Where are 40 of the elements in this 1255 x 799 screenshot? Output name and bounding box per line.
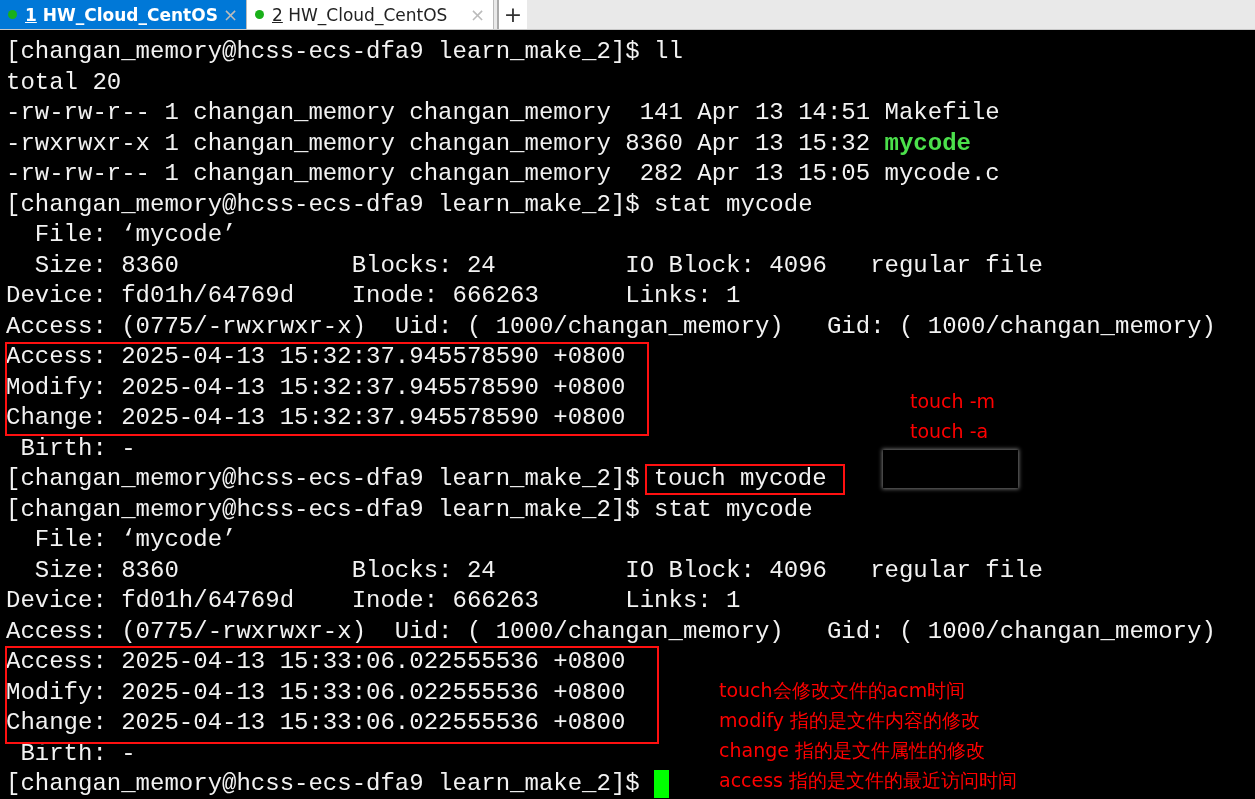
- terminal-line: [changan_memory@hcss-ecs-dfa9 learn_make_2]$ stat mycode: [6, 494, 813, 525]
- terminal-line: Device: fd01h/64769d Inode: 666263 Links: 1: [6, 586, 741, 616]
- terminal-line: touch mycode: [653, 464, 827, 494]
- terminal-line: -rwxrwxr-x 1 changan_memory changan_memory 8360 Apr 13 15:32: [6, 128, 872, 159]
- annotation-text: touch -a: [910, 419, 990, 444]
- close-tab-button[interactable]: ×: [222, 4, 238, 25]
- terminal-line: Change: 2025-04-13 15:33:06.022555536 +0800: [6, 708, 626, 738]
- terminal-line: -rw-rw-r-- 1 changan_memory changan_memory 282 Apr 13 15:05 mycode.c: [6, 159, 1000, 189]
- annotation-text: access 指的是文件的最近访问时间: [719, 768, 1018, 793]
- terminal-line: Birth: -: [19, 738, 136, 769]
- terminal-line: File: ‘mycode’: [33, 220, 237, 250]
- annotation-text: change 指的是文件属性的修改: [719, 738, 986, 763]
- executable-file-name: mycode: [884, 128, 971, 159]
- new-tab-button[interactable]: +: [497, 0, 527, 29]
- annotation-text: modify 指的是文件内容的修改: [719, 708, 982, 733]
- terminal-line: Access: 2025-04-13 15:32:37.945578590 +0800: [6, 342, 626, 372]
- terminal-line: File: ‘mycode’: [33, 525, 237, 555]
- terminal-line: Size: 8360 Blocks: 24 IO Block: 4096 regular file: [33, 555, 1043, 586]
- terminal-tab[interactable]: 2 HW_Cloud_CentOS ×: [247, 0, 494, 29]
- status-dot-icon: [255, 10, 264, 19]
- terminal-line: [changan_memory@hcss-ecs-dfa9 learn_make_2]$ stat mycode: [6, 189, 813, 220]
- terminal-line: Size: 8360 Blocks: 24 IO Block: 4096 regular file: [33, 250, 1043, 281]
- terminal-line: Change: 2025-04-13 15:32:37.945578590 +0800: [6, 403, 626, 433]
- status-dot-icon: [8, 10, 17, 19]
- terminal-line: Access: 2025-04-13 15:33:06.022555536 +0800: [6, 647, 626, 677]
- cursor-block: [654, 770, 670, 799]
- terminal-line: [changan_memory@hcss-ecs-dfa9 learn_make_2]$: [6, 464, 640, 494]
- terminal-line: Access: (0775/-rwxrwxr-x) Uid: ( 1000/changan_memory) Gid: ( 1000/changan_memory): [6, 616, 1216, 647]
- terminal-line: Modify: 2025-04-13 15:32:37.945578590 +0800: [6, 372, 626, 403]
- terminal-line: -rw-rw-r-- 1 changan_memory changan_memory 141 Apr 13 14:51 Makefile: [6, 98, 1000, 128]
- annotation-text: touch会修改文件的acm时间: [719, 678, 967, 703]
- annotation-text: touch -m: [910, 389, 995, 414]
- terminal-line: Access: (0775/-rwxrwxr-x) Uid: ( 1000/changan_memory) Gid: ( 1000/changan_memory): [6, 311, 1216, 342]
- terminal-line: Device: fd01h/64769d Inode: 666263 Links: 1: [6, 281, 741, 311]
- terminal-line: Modify: 2025-04-13 15:33:06.022555536 +0800: [6, 677, 626, 708]
- terminal-line: [changan_memory@hcss-ecs-dfa9 learn_make_2]$: [6, 769, 641, 799]
- terminal-line: [changan_memory@hcss-ecs-dfa9 learn_make_2]$ ll: [6, 37, 683, 67]
- terminal-line: Birth: -: [19, 433, 136, 464]
- terminal-line: total 20: [6, 67, 122, 98]
- terminal-tab[interactable]: 1 HW_Cloud_CentOS ×: [0, 0, 247, 29]
